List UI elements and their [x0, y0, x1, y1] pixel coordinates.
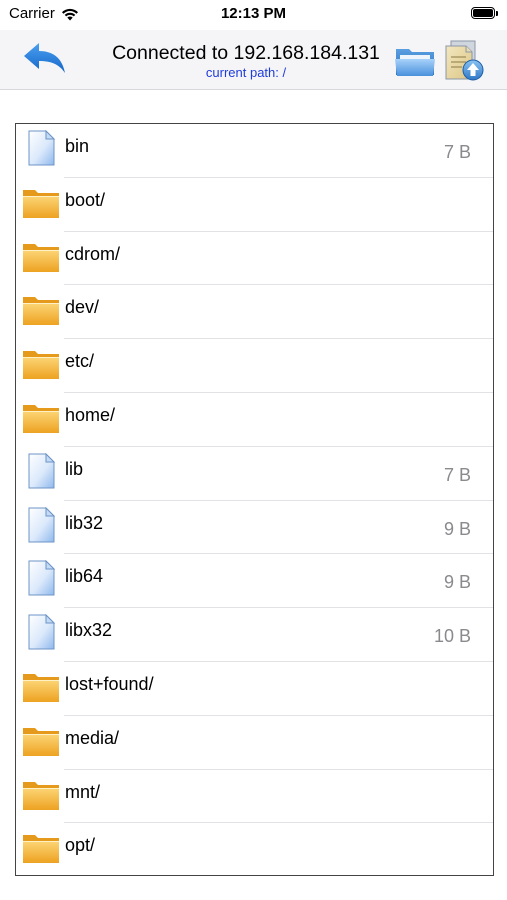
file-name: lib [65, 458, 84, 479]
folder-row[interactable]: dev/ [16, 285, 493, 339]
folder-icon [22, 344, 60, 382]
back-arrow-icon [24, 43, 65, 73]
file-row[interactable]: lib 7 B [16, 447, 493, 501]
file-name: opt/ [65, 835, 96, 856]
file-icon [22, 613, 60, 651]
folder-icon [22, 183, 60, 221]
file-name: dev/ [65, 297, 100, 318]
folder-row[interactable]: mnt/ [16, 770, 493, 824]
file-name: cdrom/ [65, 243, 121, 264]
file-name: home/ [65, 404, 116, 425]
folder-row[interactable]: home/ [16, 393, 493, 447]
file-size: 7 B [443, 464, 471, 485]
file-row[interactable]: bin 7 B [16, 124, 493, 178]
file-icon [22, 559, 60, 597]
file-size: 9 B [443, 572, 471, 593]
folder-row[interactable]: cdrom/ [16, 232, 493, 286]
file-list[interactable]: bin 7 B boot/ cdrom/ dev/ etc/ home/ lib… [15, 123, 494, 876]
status-time: 12:13 PM [220, 5, 287, 22]
battery-icon [471, 7, 498, 19]
folder-row[interactable]: media/ [16, 716, 493, 770]
open-folder-button[interactable] [394, 44, 436, 78]
upload-button[interactable] [442, 39, 486, 83]
file-icon [22, 506, 60, 544]
file-icon [22, 129, 60, 167]
folder-icon [22, 398, 60, 436]
upload-document-icon [445, 40, 484, 81]
folder-icon [395, 49, 435, 76]
file-name: media/ [65, 727, 120, 748]
file-name: etc/ [65, 351, 95, 372]
file-size: 9 B [443, 518, 471, 539]
current-path: current path: / [205, 65, 287, 80]
back-button[interactable] [20, 40, 70, 80]
page-title: Connected to 192.168.184.131 [112, 42, 380, 64]
folder-icon [22, 237, 60, 275]
file-name: boot/ [65, 189, 106, 210]
folder-row[interactable]: boot/ [16, 178, 493, 232]
folder-icon [22, 721, 60, 759]
file-name: bin [65, 136, 90, 156]
folder-row[interactable]: opt/ [16, 823, 493, 875]
file-row[interactable]: lib64 9 B [16, 554, 493, 608]
status-bar: Carrier 12:13 PM [0, 0, 507, 30]
nav-title-group: Connected to 192.168.184.131 current pat… [100, 41, 392, 80]
folder-icon [22, 290, 60, 328]
file-size: 7 B [443, 142, 471, 162]
file-name: lib32 [65, 512, 104, 533]
navigation-bar: Connected to 192.168.184.131 current pat… [0, 30, 507, 90]
file-icon [22, 452, 60, 490]
file-row[interactable]: libx32 10 B [16, 608, 493, 662]
folder-row[interactable]: etc/ [16, 339, 493, 393]
folder-icon [22, 667, 60, 705]
file-name: libx32 [65, 620, 113, 641]
file-name: lost+found/ [65, 673, 154, 694]
file-size: 10 B [433, 626, 471, 647]
folder-row[interactable]: lost+found/ [16, 662, 493, 716]
folder-icon [22, 775, 60, 813]
file-name: lib64 [65, 566, 104, 587]
folder-icon [22, 828, 60, 866]
file-name: mnt/ [65, 781, 101, 802]
file-row[interactable]: lib32 9 B [16, 501, 493, 555]
